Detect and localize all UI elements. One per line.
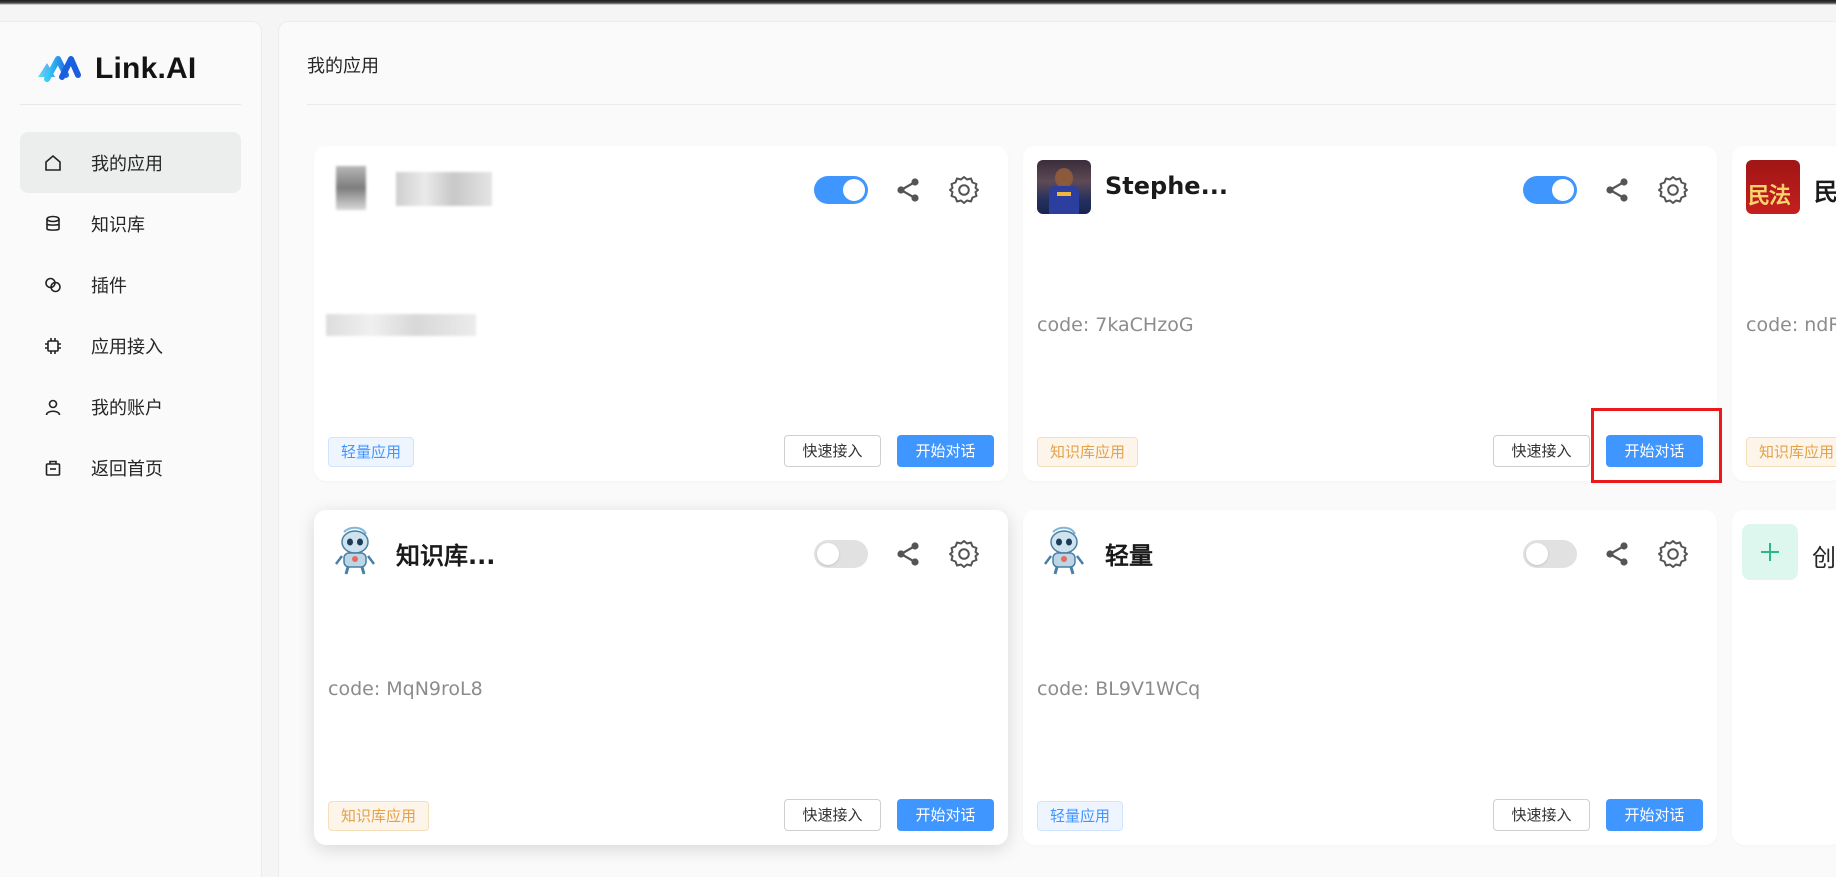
share-icon[interactable] <box>894 176 922 204</box>
sidebar: Link.AI 我的应用 知识库 插件 应用接入 我的账户 返回首页 <box>0 21 262 877</box>
share-icon[interactable] <box>1603 540 1631 568</box>
app-type-tag: 知识库应用 <box>1037 437 1139 467</box>
robot-icon <box>335 526 375 575</box>
app-code: code: 7kaCHzoG <box>1037 314 1194 336</box>
gear-icon[interactable] <box>948 174 980 206</box>
app-avatar <box>1037 524 1091 578</box>
sidebar-item-back-home[interactable]: 返回首页 <box>20 437 241 498</box>
blurred-app-code <box>326 314 476 336</box>
app-type-tag: 轻量应用 <box>328 437 415 467</box>
bag-icon <box>42 457 64 479</box>
app-code: code: BL9V1WCq <box>1037 678 1201 700</box>
app-name: Stephe... <box>1105 172 1228 200</box>
sidebar-item-app-integration[interactable]: 应用接入 <box>20 315 241 376</box>
brand-logo[interactable]: Link.AI <box>35 52 196 86</box>
brand-name: Link.AI <box>95 52 197 85</box>
robot-icon <box>1044 526 1084 575</box>
highlight-box <box>1591 408 1722 483</box>
create-app-card[interactable]: 创 <box>1732 510 1836 845</box>
app-avatar <box>328 524 382 578</box>
start-chat-button[interactable]: 开始对话 <box>1606 799 1703 831</box>
start-chat-button[interactable]: 开始对话 <box>897 435 994 467</box>
gear-icon[interactable] <box>1657 174 1689 206</box>
app-type-tag: 知识库应用 <box>328 801 430 831</box>
blurred-app-name <box>396 172 492 206</box>
avatar-text: 民法 <box>1748 183 1791 209</box>
app-enabled-toggle[interactable] <box>814 540 868 568</box>
share-icon[interactable] <box>894 540 922 568</box>
sidebar-item-knowledge-base[interactable]: 知识库 <box>20 193 241 254</box>
app-enabled-toggle[interactable] <box>1523 540 1577 568</box>
app-code: code: MqN9roL8 <box>328 678 483 700</box>
sidebar-item-label: 我的账户 <box>91 397 163 419</box>
app-name: 民 <box>1814 178 1836 206</box>
sidebar-item-label: 应用接入 <box>91 336 163 358</box>
gear-icon[interactable] <box>948 538 980 570</box>
app-name: 轻量 <box>1105 542 1153 570</box>
window-top-edge <box>0 0 1836 5</box>
app-code: code: ndR <box>1746 314 1836 336</box>
app-enabled-toggle[interactable] <box>814 176 868 204</box>
app-avatar <box>328 160 382 214</box>
app-avatar: 民法 <box>1746 160 1800 214</box>
sidebar-item-my-account[interactable]: 我的账户 <box>20 376 241 437</box>
home-icon <box>42 152 64 174</box>
app-type-tag: 知识库应用 <box>1746 437 1836 467</box>
quick-access-button[interactable]: 快速接入 <box>1493 799 1590 831</box>
sidebar-item-label: 插件 <box>91 275 127 297</box>
app-card[interactable]: 知识库... code: MqN9roL8 知识库应用 快速接入 开始对话 <box>314 510 1008 845</box>
database-icon <box>42 213 64 235</box>
sidebar-divider <box>20 104 241 105</box>
page-title: 我的应用 <box>307 56 379 77</box>
sidebar-item-label: 知识库 <box>91 214 145 236</box>
link-icon <box>42 274 64 296</box>
user-icon <box>42 396 64 418</box>
start-chat-button[interactable]: 开始对话 <box>897 799 994 831</box>
link-ai-logo-icon <box>38 56 81 82</box>
app-card[interactable]: 轻量 code: BL9V1WCq 轻量应用 快速接入 开始对话 <box>1023 510 1717 845</box>
sidebar-item-my-apps[interactable]: 我的应用 <box>20 132 241 193</box>
quick-access-button[interactable]: 快速接入 <box>784 799 881 831</box>
chip-icon <box>42 335 64 357</box>
sidebar-item-plugins[interactable]: 插件 <box>20 254 241 315</box>
app-type-tag: 轻量应用 <box>1037 801 1124 831</box>
title-divider <box>307 104 1836 105</box>
gear-icon[interactable] <box>1657 538 1689 570</box>
app-enabled-toggle[interactable] <box>1523 176 1577 204</box>
create-app-label: 创 <box>1812 544 1836 572</box>
quick-access-button[interactable]: 快速接入 <box>784 435 881 467</box>
sidebar-item-label: 我的应用 <box>91 153 163 175</box>
sidebar-nav: 我的应用 知识库 插件 应用接入 我的账户 返回首页 <box>20 132 241 498</box>
plus-icon[interactable] <box>1742 524 1798 580</box>
app-card[interactable]: 轻量应用 快速接入 开始对话 <box>314 146 1008 481</box>
app-card[interactable]: 民法 民 code: ndR 知识库应用 <box>1732 146 1836 481</box>
app-name: 知识库... <box>396 542 496 570</box>
share-icon[interactable] <box>1603 176 1631 204</box>
quick-access-button[interactable]: 快速接入 <box>1493 435 1590 467</box>
app-avatar <box>1037 160 1091 214</box>
sidebar-item-label: 返回首页 <box>91 458 163 480</box>
